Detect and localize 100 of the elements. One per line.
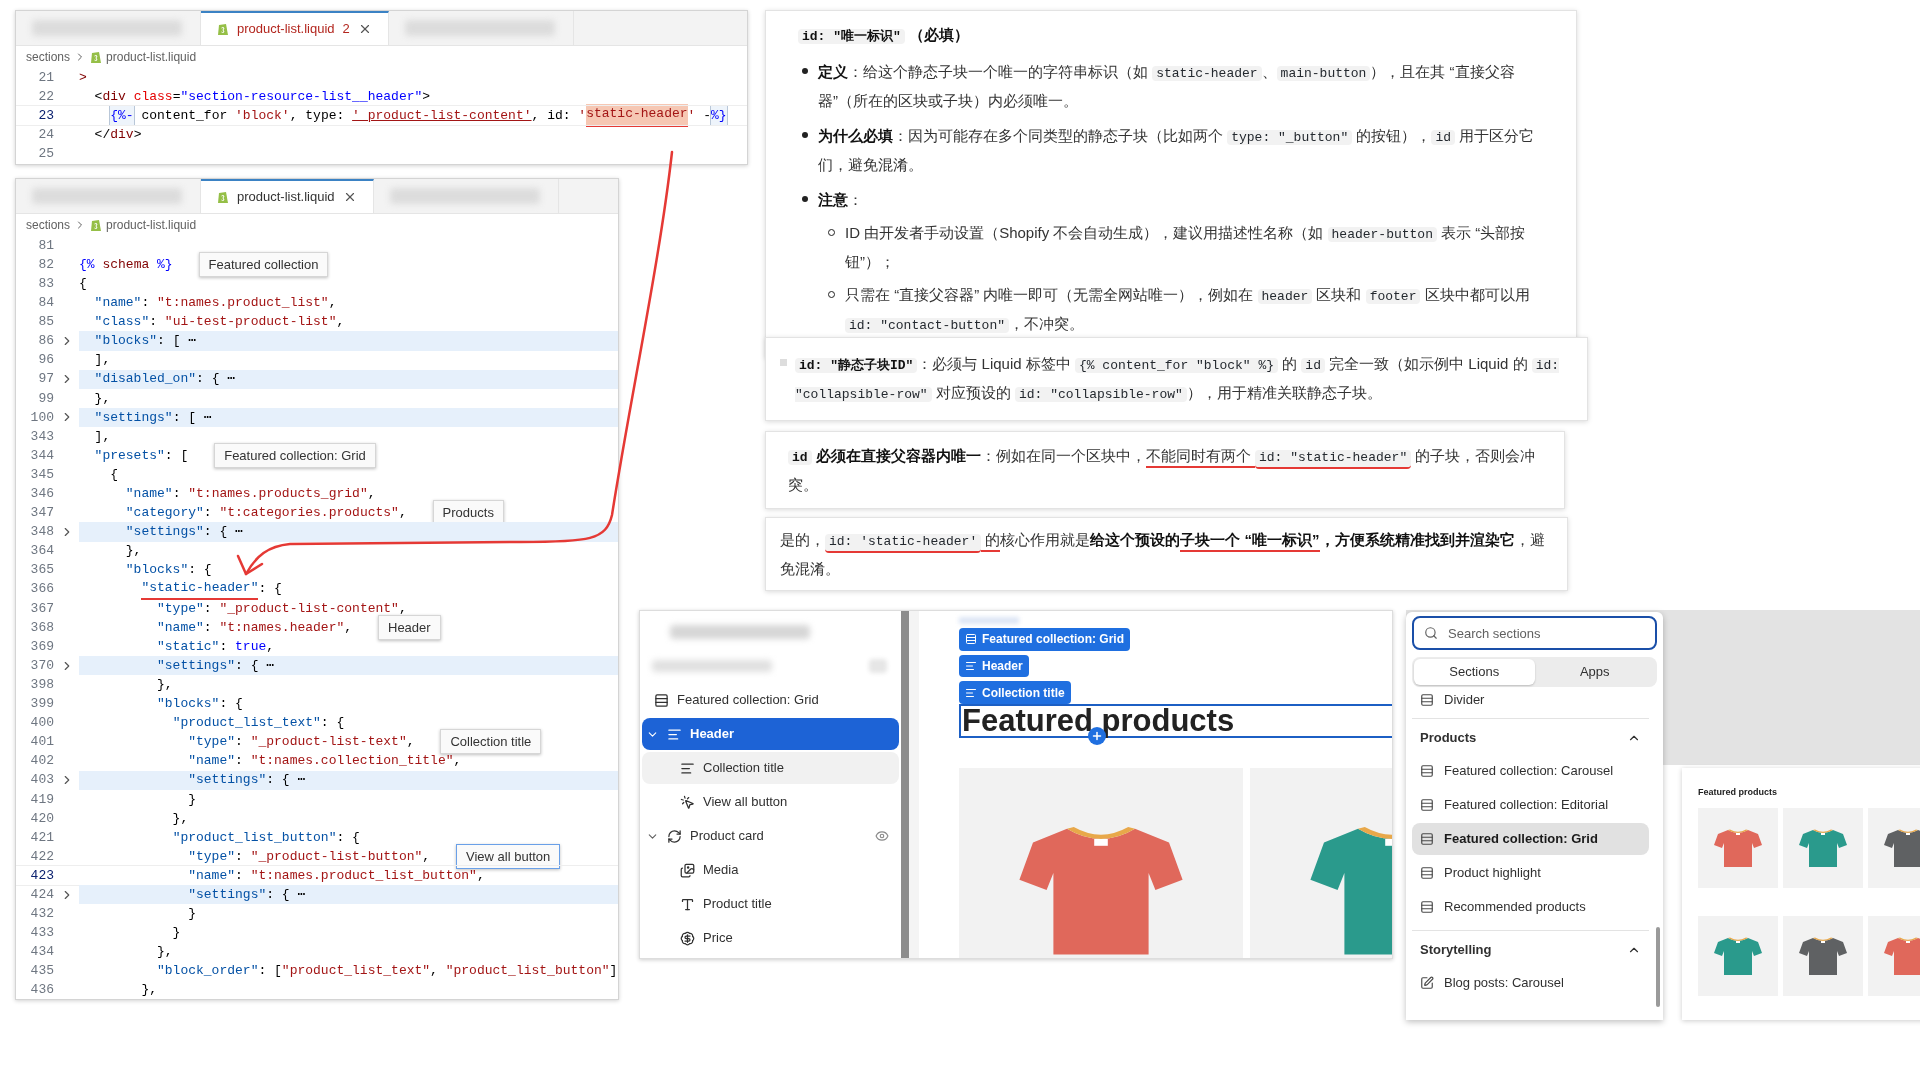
section-list-item[interactable]: Featured collection: Editorial (1412, 789, 1649, 821)
line-number: 369 (29, 637, 54, 656)
section-list-item[interactable]: Featured collection: Grid (1412, 823, 1649, 855)
line-number: 365 (29, 561, 54, 580)
note-paragraph: 定义：给这个静态子块一个唯一的字符串标识（如 static-header 、 main-button ），且在其 “直接父容器”（所在的区块或子块）内必须唯一。 (818, 62, 1516, 111)
section-list-item[interactable]: Divider (1412, 687, 1649, 713)
layer-item[interactable]: Price (642, 922, 899, 954)
section-icon (1420, 693, 1434, 707)
section-icon (965, 633, 977, 646)
note-heading: id: "唯一标识" （必填） (788, 21, 1554, 50)
line-number: 398 (29, 675, 54, 694)
line-number: 86 (37, 332, 54, 351)
breadcrumb-item[interactable]: sections (26, 48, 71, 66)
note-paragraph: id: "静态子块ID" ：必须与 Liquid 标签中 {% content_for "block" %} 的 id 完全一致（如示例中 Liquid 的 id: "collapsible-row" 对应预设的 id: "collapsible-row" ），用于精准关联静态子块。 (795, 354, 1561, 404)
layer-item[interactable]: Product title (642, 888, 899, 920)
editor-tab[interactable]: product-list.liquid (201, 179, 374, 213)
code-line: }, (93, 389, 111, 408)
code-line: "static": true, (156, 637, 275, 656)
scrollbar[interactable] (1656, 927, 1660, 1007)
layer-item[interactable]: Product card (642, 820, 899, 852)
line-number: 21 (37, 68, 54, 87)
text-lines-icon (680, 760, 695, 776)
search-icon (1424, 626, 1438, 640)
code-line: { (109, 465, 118, 484)
line-number: 343 (29, 427, 54, 446)
line-number: 82 (37, 255, 54, 274)
line-number: 97 (37, 370, 54, 389)
product-card[interactable] (959, 768, 1243, 958)
line-number: 364 (29, 542, 54, 561)
file-bag-icon (217, 22, 229, 36)
code-line: "name": "t:names.products_grid", (124, 485, 376, 503)
line-number: 84 (37, 294, 54, 313)
code-line: "name": "t:names.header", (156, 618, 353, 637)
panel-tab[interactable]: Sections (1414, 659, 1535, 685)
category-header[interactable]: Products (1412, 723, 1649, 753)
blurred-row (869, 659, 887, 673)
panel-tab[interactable]: Apps (1534, 659, 1655, 685)
editor-tab[interactable]: product-list.liquid 2 (201, 11, 389, 45)
note-paragraph: 为什么必填：因为可能存在多个同类型的静态子块（比如两个 type: "_button" 的按钮）， id 用于区分它们，避免混淆。 (818, 126, 1536, 175)
block-label-chip[interactable]: Collection title (959, 681, 1071, 704)
translation-hint: Header (378, 614, 441, 640)
translation-hint: View all button (456, 844, 561, 869)
text-lines-icon (667, 726, 682, 742)
code-line: "blocks": { (156, 695, 243, 714)
line-number: 347 (29, 504, 54, 523)
section-icon (1420, 832, 1434, 846)
code-line: </div> (93, 126, 142, 145)
section-list-item[interactable]: Blog posts: Carousel (1412, 967, 1649, 999)
code-line: } (187, 905, 197, 924)
line-number: 370 (29, 656, 54, 675)
block-label-chip[interactable]: Featured collection: Grid (959, 628, 1131, 651)
line-number: 423 (29, 866, 54, 885)
category-header[interactable]: Storytelling (1412, 935, 1649, 965)
text-lines-icon (965, 660, 977, 672)
line-number: 96 (37, 351, 54, 370)
line-number: 99 (37, 389, 54, 408)
line-number: 422 (29, 847, 54, 866)
code-line: "block_order": ["product_list_text", "product_list_button"] (156, 962, 618, 981)
note-paragraph: 只需在 “直接父容器” 内唯一即可（无需全网站唯一），例如在 header 区块和 footer 区块中都可以用 id: "contact-button" ，不冲突。 (845, 285, 1531, 335)
block-label-chip[interactable]: Header (959, 654, 1029, 678)
eye-icon[interactable] (875, 829, 889, 843)
code-line: ], (93, 351, 111, 370)
code-line: "type": "_product-list-text", (187, 733, 415, 752)
section-icon (1420, 798, 1434, 812)
layer-item[interactable]: Collection title (642, 752, 899, 784)
code-line: <div class="section-resource-list__header"> (93, 87, 431, 106)
code-line: "blocks": { (124, 561, 212, 580)
code-line: {% schema %} (79, 255, 173, 274)
search-field[interactable]: Search sections (1412, 616, 1657, 650)
plus-icon (1091, 730, 1103, 742)
code-line: }, (171, 809, 189, 828)
section-list-item[interactable]: Recommended products (1412, 891, 1649, 923)
breadcrumb-item[interactable]: sections (26, 216, 71, 234)
line-number: 346 (29, 485, 54, 503)
line-number: 85 (37, 313, 54, 332)
layer-item[interactable]: Featured collection: Grid (642, 684, 899, 716)
layer-item[interactable]: Media (642, 854, 899, 886)
line-number: 399 (29, 695, 54, 714)
layer-item[interactable]: Header (642, 718, 899, 750)
images-icon (680, 862, 695, 878)
layer-item[interactable]: View all button (642, 786, 899, 818)
code-line: "product_list_text": { (171, 714, 345, 733)
code-line: "type": "_product-list-button", (187, 847, 431, 866)
note-paragraph: 注意： (818, 190, 863, 210)
line-number: 366 (29, 580, 54, 599)
code-line: "presets": [ (93, 446, 189, 465)
breadcrumb-item[interactable]: product-list.liquid (106, 48, 197, 66)
code-line: > (79, 68, 87, 87)
code-line: } (171, 924, 181, 943)
line-number: 436 (29, 981, 54, 999)
code-line: }, (124, 542, 142, 561)
breadcrumb-item[interactable]: product-list.liquid (106, 216, 197, 234)
line-number: 344 (29, 446, 54, 465)
featured-products-heading[interactable]: Featured products (959, 704, 1392, 738)
thumbnail-title: Featured products (1698, 786, 1778, 799)
section-list-item[interactable]: Product highlight (1412, 857, 1649, 889)
note-paragraph: 是的， id: 'static-header' 的核心作用就是给这个预设的子块一个 “唯一标识”，方便系统精准找到并渲染它，避免混淆。 (780, 530, 1546, 579)
code-line: "category": "t:categories.products", (124, 504, 407, 523)
line-number: 22 (37, 87, 54, 106)
section-list-item[interactable]: Featured collection: Carousel (1412, 755, 1649, 787)
